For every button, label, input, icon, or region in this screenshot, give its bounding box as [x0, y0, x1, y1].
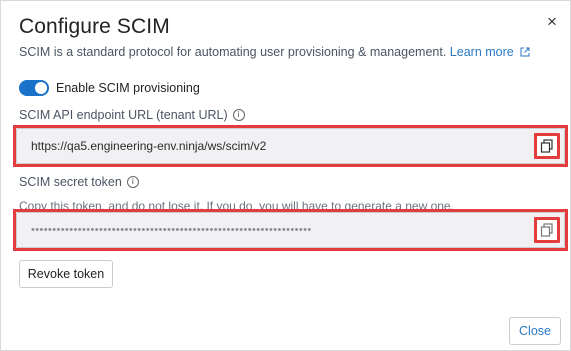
description-text: SCIM is a standard protocol for automati…	[19, 45, 447, 59]
token-label: SCIM secret token	[19, 175, 122, 189]
endpoint-label: SCIM API endpoint URL (tenant URL)	[19, 108, 228, 122]
secret-token-field[interactable]: ••••••••••••••••••••••••••••••••••••••••…	[16, 212, 565, 248]
endpoint-url-field[interactable]: https://qa5.engineering-env.ninja/ws/sci…	[16, 128, 565, 164]
secret-token-value: ••••••••••••••••••••••••••••••••••••••••…	[31, 224, 312, 236]
token-warning: Copy this token, and do not lose it. If …	[19, 199, 454, 209]
enable-scim-toggle[interactable]	[19, 80, 49, 96]
toggle-knob	[35, 82, 47, 94]
info-icon[interactable]: i	[232, 109, 245, 121]
enable-scim-row: Enable SCIM provisioning	[19, 79, 200, 97]
revoke-token-button[interactable]: Revoke token	[19, 260, 113, 288]
token-label-row: SCIM secret token i	[19, 175, 139, 189]
dialog-title: Configure SCIM	[19, 15, 170, 38]
copy-icon	[540, 223, 553, 237]
endpoint-label-row: SCIM API endpoint URL (tenant URL) i	[19, 108, 245, 122]
copy-endpoint-button[interactable]	[534, 133, 560, 159]
close-button[interactable]: Close	[509, 317, 561, 345]
endpoint-url-value: https://qa5.engineering-env.ninja/ws/sci…	[31, 139, 267, 153]
learn-more-link[interactable]: Learn more	[450, 45, 530, 59]
learn-more-label: Learn more	[449, 45, 514, 59]
info-icon[interactable]: i	[126, 176, 139, 188]
dialog-description: SCIM is a standard protocol for automati…	[19, 45, 530, 59]
external-link-icon	[520, 47, 530, 57]
close-icon[interactable]: ×	[545, 13, 559, 30]
copy-token-button[interactable]	[534, 217, 560, 243]
copy-icon	[540, 139, 553, 153]
toggle-label: Enable SCIM provisioning	[56, 81, 200, 95]
configure-scim-dialog: Configure SCIM × SCIM is a standard prot…	[0, 0, 571, 351]
